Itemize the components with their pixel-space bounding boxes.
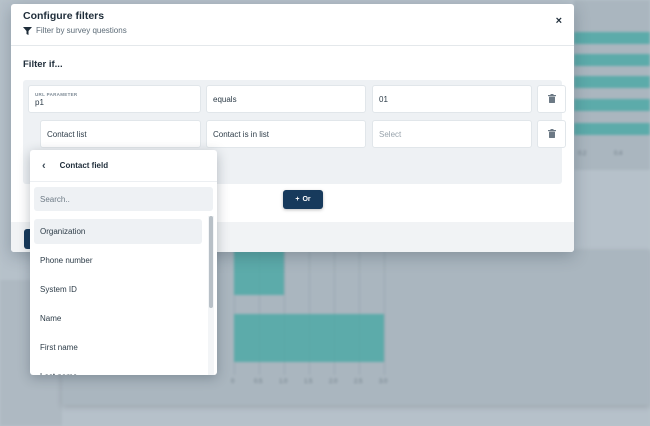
option-phone-number[interactable]: Phone number xyxy=(34,248,202,273)
contact-list-field[interactable]: Contact list xyxy=(40,120,201,148)
chevron-left-icon[interactable]: ‹ xyxy=(42,160,46,172)
background-bar xyxy=(574,123,650,135)
option-organization[interactable]: Organization xyxy=(34,219,202,244)
background-tick-label: 2.0 xyxy=(329,379,338,385)
background-tick-label: 3.0 xyxy=(379,379,388,385)
close-button[interactable]: × xyxy=(556,15,562,27)
background-bar xyxy=(574,76,650,88)
operator-select-row-2[interactable]: Contact is in list xyxy=(206,120,366,148)
background-bar xyxy=(574,32,650,44)
background-tick-label: 0.4 xyxy=(614,151,623,157)
option-last-name[interactable]: Last name xyxy=(34,364,202,375)
option-first-name[interactable]: First name xyxy=(34,335,202,360)
add-or-condition-button[interactable]: + Or xyxy=(283,190,323,209)
modal-subtitle-text: Filter by survey questions xyxy=(36,26,127,35)
background-tick-label: 0.5 xyxy=(254,379,263,385)
filter-if-heading: Filter if... xyxy=(23,59,63,70)
background-tick-label: 0.2 xyxy=(578,151,587,157)
delete-row-2-button[interactable] xyxy=(537,120,566,148)
background-bar xyxy=(234,314,384,362)
url-parameter-field[interactable]: URL PARAMETER p1 xyxy=(28,85,201,113)
modal-subtitle: Filter by survey questions xyxy=(23,26,127,35)
search-input[interactable] xyxy=(34,187,213,211)
background-tick-label: 0 xyxy=(231,379,235,385)
url-parameter-caption: URL PARAMETER xyxy=(35,91,78,97)
background-tick-label: 1.5 xyxy=(304,379,313,385)
dropdown-title: Contact field xyxy=(59,161,109,170)
trash-icon xyxy=(547,90,556,108)
contact-field-dropdown: ‹ Contact field Organization Phone numbe… xyxy=(30,150,217,375)
value-select-placeholder: Select xyxy=(379,129,402,139)
dropdown-header: ‹ Contact field xyxy=(30,150,217,182)
background-bar xyxy=(574,54,650,66)
background-gridline xyxy=(384,250,385,375)
url-parameter-value: p1 xyxy=(35,97,44,107)
background-tick-label: 2.5 xyxy=(354,379,363,385)
or-button-label: Or xyxy=(302,196,311,203)
option-system-id[interactable]: System ID xyxy=(34,277,202,302)
operator-select-row-1[interactable]: equals xyxy=(206,85,366,113)
value-select-row-2[interactable]: Select xyxy=(372,120,532,148)
modal-header-divider xyxy=(11,45,574,46)
value-input-row-1[interactable]: 01 xyxy=(372,85,532,113)
background-bar xyxy=(574,99,650,111)
background-chart-card-top: 0.2 0.4 xyxy=(574,0,650,170)
plus-icon: + xyxy=(295,196,300,203)
background-tick-label: 1.0 xyxy=(279,379,288,385)
background-bar xyxy=(234,250,284,295)
option-name[interactable]: Name xyxy=(34,306,202,331)
delete-row-1-button[interactable] xyxy=(537,85,566,113)
filter-icon xyxy=(23,26,32,35)
trash-icon xyxy=(547,125,556,143)
contact-field-option-list: Organization Phone number System ID Name… xyxy=(34,219,202,375)
modal-title: Configure filters xyxy=(23,10,105,22)
dropdown-scrollbar-thumb[interactable] xyxy=(209,216,213,308)
